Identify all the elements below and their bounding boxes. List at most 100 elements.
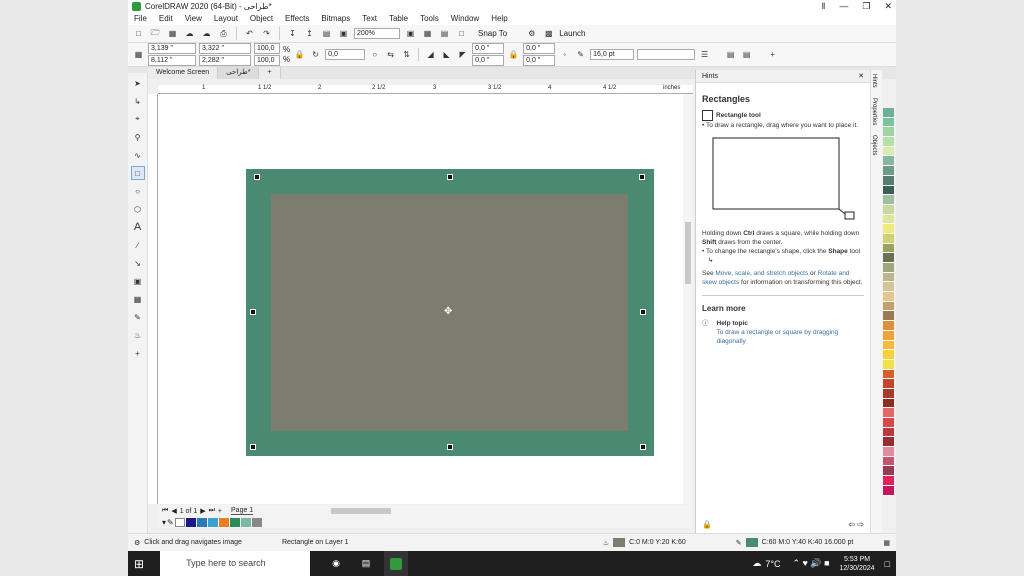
- back-forward-icon[interactable]: ⇦ ⇨: [848, 520, 864, 529]
- palette-swatch[interactable]: [883, 282, 894, 293]
- fill-color-swatch[interactable]: [613, 538, 626, 547]
- last-page-icon[interactable]: ⏭: [209, 507, 215, 515]
- add-page-icon[interactable]: +: [218, 508, 222, 515]
- zoom-tool-icon[interactable]: ⚲: [131, 130, 145, 144]
- palette-swatch[interactable]: [883, 456, 894, 467]
- minimize-button[interactable]: —: [839, 1, 848, 12]
- menu-view[interactable]: View: [185, 14, 202, 23]
- help-topic-link[interactable]: To draw a rectangle or square by draggin…: [717, 328, 865, 346]
- palette-swatch[interactable]: [883, 175, 894, 186]
- palette-swatch[interactable]: [883, 359, 894, 370]
- selection-handle-right[interactable]: [640, 309, 646, 315]
- selection-handle-bottom[interactable]: [447, 444, 453, 450]
- cloud-save-icon[interactable]: ☁: [200, 27, 213, 40]
- palette-swatch[interactable]: [883, 195, 894, 205]
- first-page-icon[interactable]: ⏮: [162, 507, 168, 515]
- maximize-button[interactable]: ❐: [862, 1, 870, 12]
- tab-document[interactable]: طراحی*: [218, 67, 260, 79]
- windows-start-icon[interactable]: ⊞: [134, 557, 144, 571]
- outline-style-dropdown[interactable]: [637, 49, 696, 60]
- palette-swatch[interactable]: [883, 427, 894, 438]
- palette-swatch[interactable]: [883, 146, 894, 157]
- publish-pdf-icon[interactable]: ▤: [320, 27, 333, 40]
- settings-gear-icon[interactable]: ⚙: [525, 27, 538, 40]
- palette-swatch[interactable]: [883, 301, 894, 312]
- palette-swatch[interactable]: [883, 466, 894, 477]
- doc-swatch[interactable]: [229, 518, 240, 527]
- round-corner-icon[interactable]: ◢: [424, 48, 437, 61]
- polygon-tool-icon[interactable]: ⬡: [131, 202, 145, 216]
- undo-icon[interactable]: ↶: [243, 27, 256, 40]
- help-account-button[interactable]: ‖: [822, 1, 826, 12]
- fill-tool-icon[interactable]: ♨: [131, 328, 145, 342]
- lock-icon[interactable]: 🔒: [702, 520, 712, 529]
- doc-swatch[interactable]: [185, 518, 196, 527]
- horizontal-scrollbar-thumb[interactable]: [331, 508, 392, 514]
- zoom-level-field[interactable]: 200%: [354, 28, 400, 39]
- menu-window[interactable]: Window: [451, 14, 479, 23]
- palette-swatch[interactable]: [883, 447, 894, 457]
- mirror-horizontal-icon[interactable]: ⇆: [384, 48, 397, 61]
- color-settings-icon[interactable]: ▦: [883, 539, 890, 547]
- previous-page-icon[interactable]: ◀: [171, 507, 176, 515]
- open-folder-icon[interactable]: 🗁: [149, 27, 162, 40]
- menu-effects[interactable]: Effects: [285, 14, 309, 23]
- lock-ratio-icon[interactable]: 🔒: [293, 48, 306, 61]
- menu-bitmaps[interactable]: Bitmaps: [321, 14, 350, 23]
- menu-help[interactable]: Help: [491, 14, 507, 23]
- coreldraw-app-icon[interactable]: [384, 551, 409, 576]
- horizontal-ruler[interactable]: 1 1 1/2 2 2 1/2 3 3 1/2 4 4 1/2 inches: [158, 85, 693, 94]
- palette-swatch[interactable]: [883, 408, 894, 418]
- menu-file[interactable]: File: [134, 14, 147, 23]
- palette-swatch[interactable]: [883, 485, 894, 496]
- add-tool-icon[interactable]: +: [131, 346, 145, 360]
- outline-width-field[interactable]: 16,0 pt: [590, 49, 635, 60]
- palette-swatch[interactable]: [883, 263, 894, 273]
- scalloped-corner-icon[interactable]: ◣: [440, 48, 453, 61]
- height-field[interactable]: 2,282 ": [199, 55, 251, 66]
- snap-to-dropdown[interactable]: Snap To: [478, 29, 507, 38]
- launch-dropdown[interactable]: Launch: [559, 29, 585, 38]
- corner-radius-bottom-right-field[interactable]: 0,0 ": [523, 55, 556, 66]
- center-move-icon[interactable]: ✥: [444, 306, 452, 317]
- new-tab-button[interactable]: +: [259, 67, 281, 79]
- crop-tool-icon[interactable]: ⌖: [131, 112, 145, 126]
- width-field[interactable]: 3,322 ": [199, 43, 251, 54]
- palette-swatch[interactable]: [883, 340, 894, 351]
- ellipse-tool-icon[interactable]: ○: [131, 184, 145, 198]
- transparency-tool-icon[interactable]: ▦: [131, 292, 145, 306]
- palette-swatch[interactable]: [883, 185, 894, 196]
- to-back-icon[interactable]: ▤: [740, 48, 753, 61]
- print-icon[interactable]: ⎙: [217, 27, 230, 40]
- selection-handle-top-right[interactable]: [639, 174, 645, 180]
- close-docker-icon[interactable]: ✕: [858, 72, 864, 80]
- selection-handle-top-left[interactable]: [254, 174, 260, 180]
- palette-swatch[interactable]: [883, 292, 894, 302]
- chrome-app-icon[interactable]: ◉: [324, 551, 348, 576]
- palette-swatch[interactable]: [883, 166, 894, 176]
- vertical-ruler[interactable]: [148, 94, 158, 504]
- palette-swatch[interactable]: [883, 398, 894, 409]
- cloud-open-icon[interactable]: ☁: [183, 27, 196, 40]
- notifications-icon[interactable]: □: [885, 559, 890, 569]
- full-screen-icon[interactable]: ▣: [337, 27, 350, 40]
- vertical-scrollbar-thumb[interactable]: [685, 222, 691, 284]
- zoom-to-page-icon[interactable]: ▣: [404, 27, 417, 40]
- dimension-tool-icon[interactable]: ∕: [131, 238, 145, 252]
- palette-swatch[interactable]: [883, 476, 894, 486]
- palette-swatch[interactable]: [883, 253, 894, 263]
- next-page-icon[interactable]: ▶: [200, 507, 205, 515]
- doc-swatch[interactable]: [240, 518, 251, 527]
- lock-corners-icon[interactable]: 🔒: [507, 48, 520, 61]
- menu-table[interactable]: Table: [389, 14, 408, 23]
- page-tab[interactable]: Page 1: [231, 507, 254, 515]
- palette-swatch[interactable]: [883, 127, 894, 138]
- to-front-icon[interactable]: ▤: [724, 48, 737, 61]
- mirror-vertical-icon[interactable]: ⇅: [400, 48, 413, 61]
- rotation-angle-field[interactable]: 0,0: [325, 49, 366, 60]
- connector-tool-icon[interactable]: ↘: [131, 256, 145, 270]
- palette-swatch[interactable]: [883, 311, 894, 322]
- move-scale-link[interactable]: Move, scale, and stretch objects: [715, 270, 808, 277]
- import-icon[interactable]: ↧: [286, 27, 299, 40]
- eyedropper-icon[interactable]: ✎: [167, 518, 174, 527]
